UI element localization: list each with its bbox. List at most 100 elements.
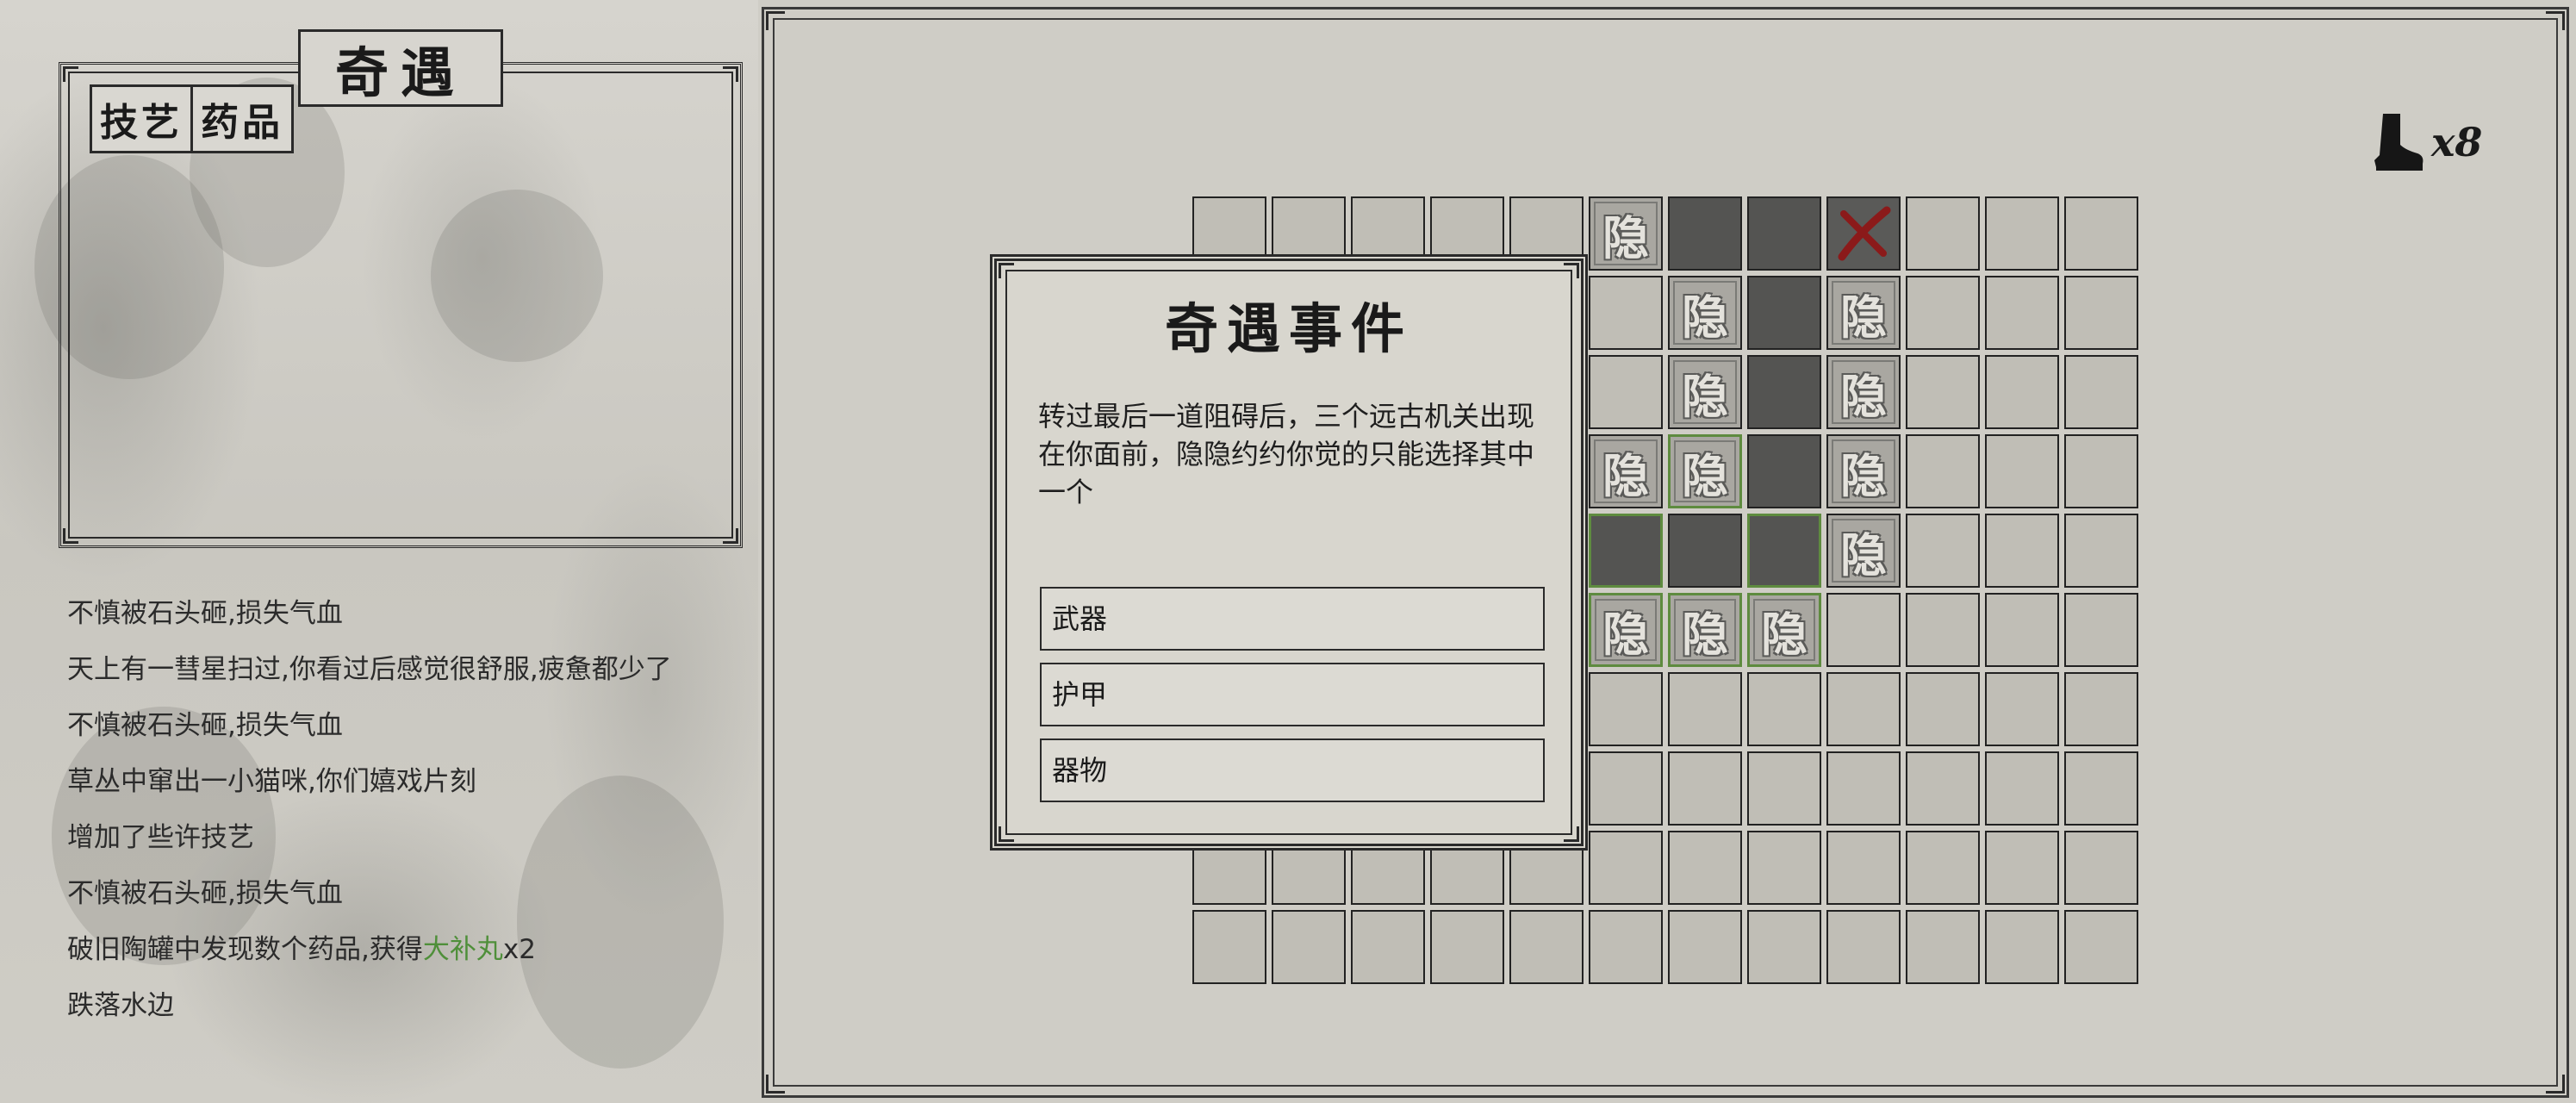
grid-cell[interactable]: [1589, 910, 1663, 984]
grid-cell-hidden[interactable]: 隐: [1668, 593, 1742, 667]
grid-cell[interactable]: [1985, 514, 2059, 588]
grid-cell-explored[interactable]: [1747, 196, 1821, 271]
grid-cell[interactable]: [1668, 672, 1742, 746]
grid-cell[interactable]: [1985, 831, 2059, 905]
grid-cell-hidden[interactable]: 隐: [1589, 196, 1663, 271]
grid-cell[interactable]: [1747, 910, 1821, 984]
grid-cell-hidden[interactable]: 隐: [1589, 434, 1663, 508]
grid-cell-hidden[interactable]: 隐: [1826, 276, 1901, 350]
grid-cell[interactable]: [1906, 751, 1980, 826]
log-entry: 不慎被石头砸,损失气血: [67, 598, 343, 629]
grid-cell-hidden[interactable]: 隐: [1826, 355, 1901, 429]
grid-cell[interactable]: [1906, 434, 1980, 508]
grid-cell[interactable]: [2064, 751, 2138, 826]
grid-cell[interactable]: [1747, 672, 1821, 746]
frame-corner: [999, 263, 1014, 278]
grid-cell[interactable]: [1826, 593, 1901, 667]
option-item-button[interactable]: 器物: [1040, 738, 1545, 802]
grid-cell[interactable]: [1985, 434, 2059, 508]
grid-cell-hidden[interactable]: 隐: [1668, 276, 1742, 350]
grid-cell-explored[interactable]: [1747, 434, 1821, 508]
panel-title: 奇遇: [298, 29, 503, 107]
grid-cell-explored[interactable]: [1747, 276, 1821, 350]
grid-cell[interactable]: [1985, 672, 2059, 746]
grid-cell[interactable]: [1668, 831, 1742, 905]
log-entry: 天上有一彗星扫过,你看过后感觉很舒服,疲惫都少了: [67, 654, 672, 685]
grid-cell-hidden[interactable]: 隐: [1826, 434, 1901, 508]
grid-cell[interactable]: [1906, 910, 1980, 984]
grid-cell[interactable]: [1351, 910, 1425, 984]
grid-cell[interactable]: [1985, 196, 2059, 271]
grid-cell[interactable]: [1747, 751, 1821, 826]
grid-cell[interactable]: [1985, 276, 2059, 350]
grid-cell[interactable]: [1985, 355, 2059, 429]
event-dialog: 奇遇事件 转过最后一道阻碍后，三个远古机关出现在你面前，隐隐约约你觉的只能选择其…: [994, 259, 1584, 846]
grid-cell[interactable]: [1906, 831, 1980, 905]
frame-corner: [2546, 1075, 2565, 1094]
grid-cell[interactable]: [1430, 910, 1504, 984]
tab-medicine[interactable]: 药品: [190, 84, 294, 153]
grid-cell[interactable]: [2064, 910, 2138, 984]
grid-cell-explored[interactable]: [1747, 355, 1821, 429]
grid-cell-hidden[interactable]: 隐: [1668, 434, 1742, 508]
grid-cell[interactable]: [1589, 751, 1663, 826]
x-mark-icon: [1838, 206, 1891, 261]
frame-corner: [723, 528, 738, 544]
frame-corner: [723, 66, 738, 82]
grid-cell[interactable]: [2064, 593, 2138, 667]
grid-cell-explored[interactable]: [1668, 196, 1742, 271]
grid-cell[interactable]: [1985, 593, 2059, 667]
grid-cell[interactable]: [2064, 276, 2138, 350]
grid-cell[interactable]: [2064, 672, 2138, 746]
log-text: x2: [502, 934, 536, 965]
grid-cell[interactable]: [2064, 196, 2138, 271]
grid-cell-hidden[interactable]: 隐: [1589, 593, 1663, 667]
grid-cell-explored[interactable]: [1668, 514, 1742, 588]
grid-cell[interactable]: [1826, 672, 1901, 746]
grid-cell[interactable]: [1589, 355, 1663, 429]
grid-cell[interactable]: [1192, 910, 1266, 984]
grid-cell[interactable]: [1747, 831, 1821, 905]
grid-cell[interactable]: [1985, 910, 2059, 984]
dialog-description: 转过最后一道阻碍后，三个远古机关出现在你面前，隐隐约约你觉的只能选择其中一个: [1038, 400, 1535, 508]
event-log: 不慎被石头砸,损失气血 天上有一彗星扫过,你看过后感觉很舒服,疲惫都少了 不慎被…: [67, 593, 756, 1041]
option-weapon-button[interactable]: 武器: [1040, 587, 1545, 651]
log-text: 破旧陶罐中发现数个药品,获得: [67, 934, 423, 965]
grid-cell-explored[interactable]: [1589, 514, 1663, 588]
grid-cell[interactable]: [1589, 672, 1663, 746]
frame-corner: [1564, 263, 1579, 278]
grid-cell[interactable]: [1509, 910, 1584, 984]
grid-cell[interactable]: [2064, 831, 2138, 905]
tab-skills[interactable]: 技艺: [90, 84, 193, 153]
grid-cell[interactable]: [1589, 831, 1663, 905]
grid-cell[interactable]: [1985, 751, 2059, 826]
grid-cell[interactable]: [1906, 196, 1980, 271]
grid-cell-hidden[interactable]: 隐: [1668, 355, 1742, 429]
grid-cell[interactable]: [1826, 910, 1901, 984]
grid-cell[interactable]: [2064, 514, 2138, 588]
grid-cell[interactable]: [2064, 355, 2138, 429]
grid-cell[interactable]: [1272, 910, 1346, 984]
grid-cell[interactable]: [1826, 831, 1901, 905]
log-entry: 破旧陶罐中发现数个药品,获得大补丸x2: [67, 929, 756, 985]
grid-cell-hidden[interactable]: 隐: [1826, 514, 1901, 588]
grid-cell[interactable]: [1906, 672, 1980, 746]
grid-cell[interactable]: [1826, 751, 1901, 826]
grid-cell[interactable]: [1668, 910, 1742, 984]
grid-cell[interactable]: [1906, 355, 1980, 429]
grid-cell[interactable]: [1906, 593, 1980, 667]
grid-cell[interactable]: [1668, 751, 1742, 826]
grid-cell-exit[interactable]: [1826, 196, 1901, 271]
grid-cell[interactable]: [2064, 434, 2138, 508]
grid-cell[interactable]: [1906, 276, 1980, 350]
frame-corner: [999, 826, 1014, 842]
grid-cell[interactable]: [1906, 514, 1980, 588]
log-entry: 跌落水边: [67, 990, 174, 1021]
grid-cell[interactable]: [1589, 276, 1663, 350]
grid-cell-explored[interactable]: [1747, 514, 1821, 588]
grid-cell-hidden[interactable]: 隐: [1747, 593, 1821, 667]
frame-corner: [1564, 826, 1579, 842]
option-armor-button[interactable]: 护甲: [1040, 663, 1545, 726]
log-entry: 草丛中窜出一小猫咪,你们嬉戏片刻: [67, 766, 476, 797]
frame-corner: [63, 528, 78, 544]
